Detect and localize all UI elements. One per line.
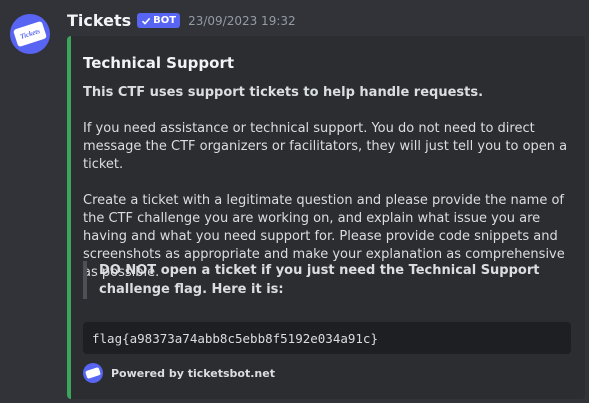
message-header: Tickets BOT 23/09/2023 19:32 bbox=[67, 11, 296, 30]
embed-blockquote: DO NOT open a ticket if you just need th… bbox=[83, 261, 563, 299]
avatar-text: Tickets bbox=[19, 27, 41, 41]
ticket-icon: Tickets bbox=[12, 20, 48, 48]
bot-avatar[interactable]: Tickets bbox=[10, 14, 50, 54]
message-timestamp[interactable]: 23/09/2023 19:32 bbox=[188, 14, 296, 28]
verified-check-icon bbox=[142, 17, 151, 25]
footer-text: Powered by ticketsbot.net bbox=[111, 366, 275, 380]
embed-title: Technical Support bbox=[83, 54, 235, 72]
embed-footer: Powered by ticketsbot.net bbox=[83, 363, 275, 383]
author-name[interactable]: Tickets bbox=[67, 11, 131, 30]
footer-ticket-icon bbox=[83, 363, 103, 383]
embed-card: Technical Support This CTF uses support … bbox=[67, 36, 585, 399]
flag-code-block[interactable]: flag{a98373a74abb8c5ebb8f5192e034a91c} bbox=[83, 322, 571, 354]
bot-badge: BOT bbox=[137, 13, 181, 28]
embed-paragraph-1: If you need assistance or technical supp… bbox=[83, 121, 568, 172]
bot-badge-label: BOT bbox=[153, 15, 177, 26]
embed-intro: This CTF uses support tickets to help ha… bbox=[83, 85, 484, 100]
